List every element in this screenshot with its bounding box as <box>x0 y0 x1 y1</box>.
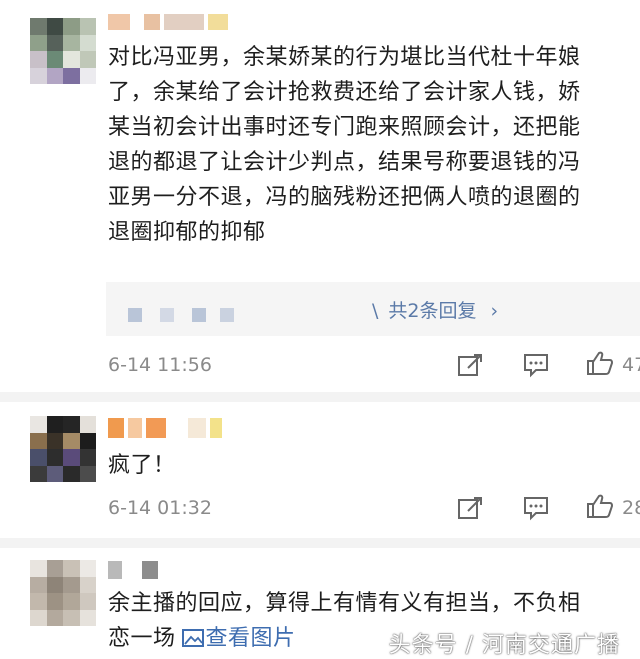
thumbs-up-icon[interactable] <box>586 493 614 519</box>
replier-blurred <box>160 308 174 322</box>
view-replies-link[interactable]: \ 共2条回复 › <box>372 296 498 323</box>
share-icon[interactable] <box>456 495 484 521</box>
divider <box>0 538 640 548</box>
reply-divider: \ <box>372 300 379 322</box>
view-image-link[interactable]: 查看图片 <box>176 626 296 651</box>
comment-time: 6-14 01:32 <box>108 497 212 519</box>
replies-box[interactable]: \ 共2条回复 › <box>106 282 640 336</box>
replier-blurred <box>128 308 142 322</box>
username-blurred[interactable] <box>108 560 158 580</box>
avatar[interactable] <box>30 18 96 84</box>
comment-icon[interactable] <box>522 352 550 378</box>
avatar[interactable] <box>30 560 96 626</box>
like-count: 28 <box>622 497 640 519</box>
chevron-right-icon: › <box>490 300 499 322</box>
watermark: 头条号 / 河南交通广播 <box>388 633 620 658</box>
comment-item: 对比冯亚男，余某娇某的行为堪比当代杜十年娘 了，余某给了会计抢救费还给了会计家人… <box>0 0 640 395</box>
reply-count-label: 共2条回复 <box>388 300 477 322</box>
comment-item: 疯了！ 6-14 01:32 28 <box>0 402 640 542</box>
like-count: 47 <box>622 354 640 376</box>
avatar[interactable] <box>30 416 96 482</box>
comment-text: 对比冯亚男，余某娇某的行为堪比当代杜十年娘 了，余某给了会计抢救费还给了会计家人… <box>108 45 581 245</box>
image-icon <box>181 629 204 647</box>
comment-text: 疯了！ <box>108 453 176 478</box>
username-blurred[interactable] <box>108 418 222 438</box>
divider <box>0 392 640 402</box>
comment-icon[interactable] <box>522 495 550 521</box>
thumbs-up-icon[interactable] <box>586 350 614 376</box>
comment-time: 6-14 11:56 <box>108 354 212 376</box>
replier-blurred <box>192 308 206 322</box>
share-icon[interactable] <box>456 352 484 378</box>
replier-blurred <box>220 308 234 322</box>
username-blurred[interactable] <box>108 12 228 32</box>
